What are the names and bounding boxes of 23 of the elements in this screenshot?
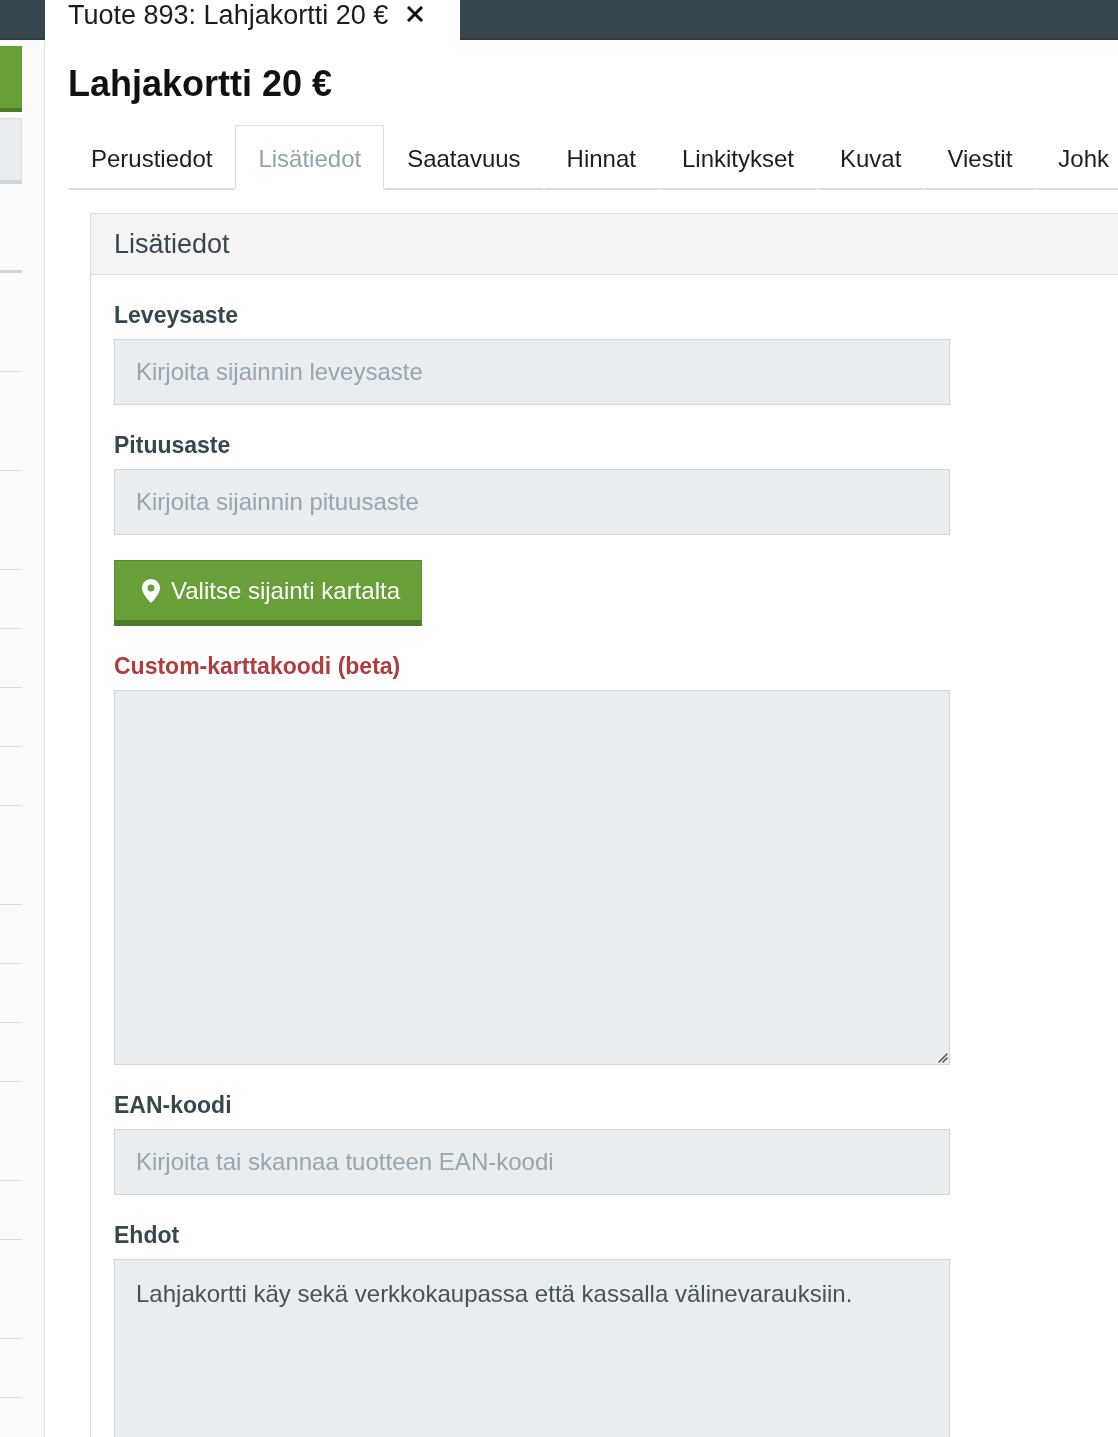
- input-field[interactable]: Kirjoita sijainnin pituusaste: [114, 469, 950, 535]
- tab[interactable]: Kuvat: [817, 125, 925, 190]
- page-title: Lahjakortti 20 €: [68, 62, 334, 105]
- field-label: Ehdot: [114, 1221, 180, 1250]
- sidebar-button[interactable]: [0, 46, 22, 112]
- close-icon[interactable]: [407, 6, 424, 22]
- map-pin-icon: [142, 578, 160, 603]
- panel-header: Lisätiedot: [91, 214, 1118, 275]
- tab[interactable]: Saatavuus: [384, 125, 544, 190]
- field-label: Leveysaste: [114, 301, 239, 330]
- field-label: EAN-koodi: [114, 1091, 232, 1120]
- input-field[interactable]: Kirjoita tai skannaa tuotteen EAN-koodi: [114, 1129, 950, 1195]
- input-field[interactable]: Kirjoita sijainnin leveysaste: [114, 339, 950, 405]
- tab[interactable]: Hinnat: [543, 125, 659, 190]
- tab[interactable]: Linkitykset: [658, 125, 817, 190]
- resize-handle-icon[interactable]: [936, 1051, 948, 1063]
- text-area[interactable]: Lahjakortti käy sekä verkkokaupassa että kassalla välinevarauksiin.: [114, 1259, 950, 1437]
- sidebar-input-field[interactable]: [0, 118, 22, 184]
- document-tab[interactable]: Tuote 893: Lahjakortti 20 €: [45, 0, 460, 40]
- tab[interactable]: Johk: [1035, 125, 1110, 190]
- field-label: Custom-karttakoodi (beta): [114, 652, 401, 681]
- tab[interactable]: Viestit: [924, 125, 1036, 190]
- field-label: Pituusaste: [114, 431, 231, 460]
